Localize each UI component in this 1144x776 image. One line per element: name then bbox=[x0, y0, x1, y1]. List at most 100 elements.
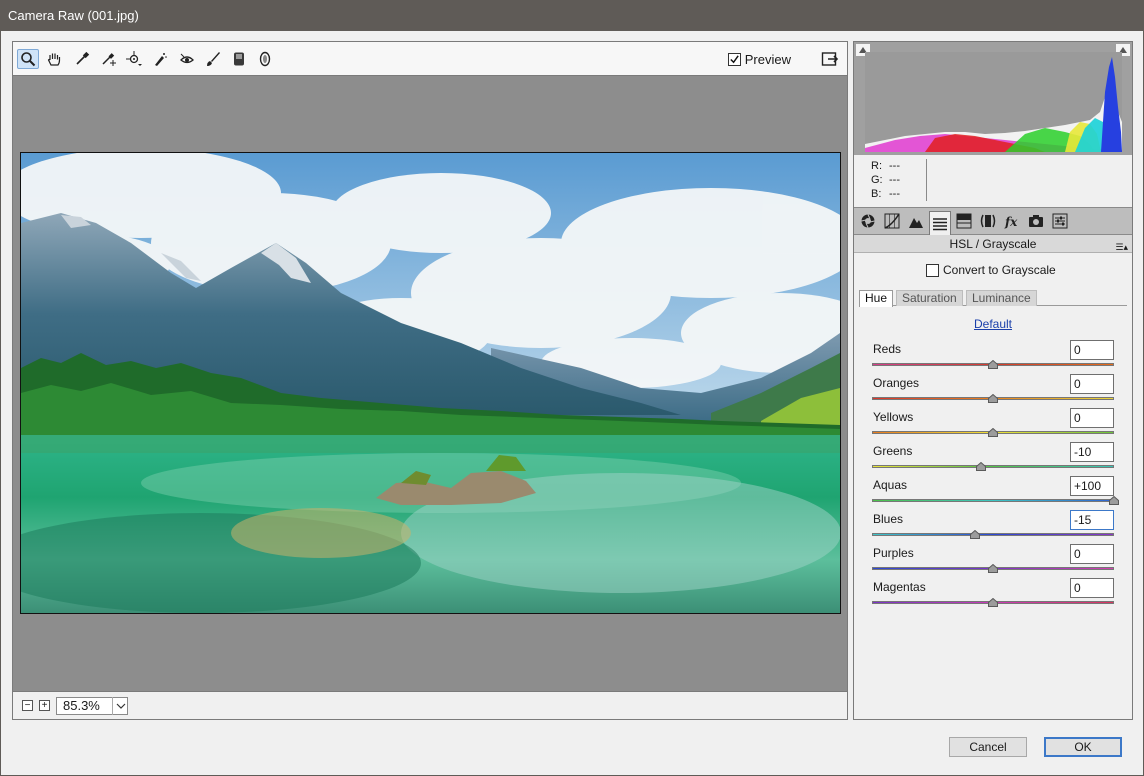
tab-lens-corrections[interactable] bbox=[977, 211, 999, 231]
red-eye-tool[interactable] bbox=[176, 49, 198, 69]
aquas-value-field[interactable]: +100 bbox=[1070, 476, 1114, 496]
aquas-slider-thumb[interactable] bbox=[1109, 496, 1119, 505]
split-toning-icon bbox=[956, 213, 972, 229]
slider-thumb-icon bbox=[988, 428, 998, 437]
fullscreen-button[interactable] bbox=[819, 48, 841, 70]
reds-value-field[interactable]: 0 bbox=[1070, 340, 1114, 360]
reds-slider-thumb[interactable] bbox=[988, 360, 998, 369]
checkmark-icon bbox=[730, 55, 739, 64]
color-sampler-tool[interactable] bbox=[97, 49, 119, 69]
radial-filter-tool[interactable] bbox=[254, 49, 276, 69]
zoom-dropdown-button[interactable] bbox=[112, 697, 129, 715]
aperture-icon bbox=[861, 214, 875, 228]
spot-removal-tool[interactable] bbox=[149, 49, 171, 69]
greens-slider-track[interactable] bbox=[872, 465, 1114, 468]
default-link-wrap: Default bbox=[854, 317, 1132, 331]
oranges-label: Oranges bbox=[873, 376, 920, 390]
slider-row-reds: Reds 0 bbox=[872, 340, 1116, 374]
slider-row-aquas: Aquas +100 bbox=[872, 476, 1119, 510]
window-title: Camera Raw (001.jpg) bbox=[8, 8, 139, 23]
zoom-bar: − + 85.3% bbox=[13, 691, 847, 719]
g-label: G: bbox=[871, 174, 883, 186]
tab-effects[interactable]: fx bbox=[1001, 211, 1023, 231]
grayscale-checkbox[interactable] bbox=[926, 263, 939, 277]
yellows-value-field[interactable]: 0 bbox=[1070, 408, 1114, 428]
slider-thumb-icon bbox=[1109, 496, 1119, 505]
zoom-tool[interactable] bbox=[17, 49, 39, 69]
oranges-value-field[interactable]: 0 bbox=[1070, 374, 1114, 394]
blues-slider-thumb[interactable] bbox=[969, 530, 980, 539]
cancel-button[interactable]: Cancel bbox=[949, 737, 1027, 757]
graduated-filter-icon bbox=[234, 52, 244, 66]
histogram bbox=[854, 42, 1132, 155]
slider-row-greens: Greens -10 bbox=[872, 442, 1116, 476]
b-value: --- bbox=[889, 188, 900, 200]
hsl-sub-tabs: Hue Saturation Luminance bbox=[859, 290, 1127, 307]
photo-preview[interactable] bbox=[20, 152, 841, 614]
yellows-slider-thumb[interactable] bbox=[988, 428, 998, 437]
aquas-label: Aquas bbox=[873, 478, 908, 492]
color-sampler-icon bbox=[102, 53, 116, 66]
eyedropper-icon bbox=[76, 51, 90, 65]
graduated-filter-tool[interactable] bbox=[228, 49, 250, 69]
tab-tone-curve[interactable] bbox=[881, 211, 903, 231]
purples-value-field[interactable]: 0 bbox=[1070, 544, 1114, 564]
image-pane: Preview − + 85.3% bbox=[12, 41, 848, 720]
slider-thumb-icon bbox=[969, 530, 980, 539]
purples-slider-thumb[interactable] bbox=[988, 564, 998, 573]
preview-label: Preview bbox=[744, 52, 791, 67]
rgb-readout: R: --- G: --- B: --- bbox=[854, 155, 1132, 207]
tab-basic[interactable] bbox=[857, 211, 879, 231]
preview-toggle[interactable]: Preview bbox=[727, 52, 791, 67]
svg-text:fx: fx bbox=[1004, 215, 1018, 229]
slider-row-blues: Blues -15 bbox=[872, 510, 1116, 544]
readout-divider bbox=[926, 159, 927, 201]
aquas-slider-track[interactable] bbox=[872, 499, 1114, 502]
preview-checkbox[interactable] bbox=[727, 53, 741, 66]
hsl-bars-icon bbox=[933, 217, 947, 230]
white-balance-tool[interactable] bbox=[71, 49, 93, 69]
tab-hsl-grayscale[interactable] bbox=[929, 211, 951, 235]
reds-label: Reds bbox=[873, 342, 902, 356]
blues-slider-track[interactable] bbox=[872, 533, 1114, 536]
purples-label: Purples bbox=[873, 546, 914, 560]
slider-row-purples: Purples 0 bbox=[872, 544, 1116, 578]
greens-slider-thumb[interactable] bbox=[975, 462, 986, 471]
tab-split-toning[interactable] bbox=[953, 211, 975, 231]
subtab-luminance[interactable]: Luminance bbox=[966, 290, 1037, 306]
grayscale-label: Convert to Grayscale bbox=[943, 263, 1056, 277]
magnifier-icon bbox=[21, 52, 36, 67]
subtab-hue[interactable]: Hue bbox=[859, 290, 894, 307]
blues-value-field[interactable]: -15 bbox=[1070, 510, 1114, 530]
hand-tool[interactable] bbox=[43, 49, 65, 69]
targeted-adjustment-tool[interactable] bbox=[123, 49, 145, 69]
default-link[interactable]: Default bbox=[974, 317, 1012, 331]
yellows-label: Yellows bbox=[873, 410, 914, 424]
tool-bar: Preview bbox=[13, 42, 847, 76]
tab-camera-calibration[interactable] bbox=[1025, 211, 1047, 231]
zoom-out-button[interactable]: − bbox=[22, 700, 33, 711]
camera-raw-dialog: Preview − + 85.3% R: --- G: --- B: --- f… bbox=[1, 31, 1143, 775]
panel-title: HSL / Grayscale bbox=[949, 237, 1037, 251]
zoom-in-button[interactable]: + bbox=[39, 700, 50, 711]
brush-icon bbox=[207, 52, 220, 66]
magentas-slider-thumb[interactable] bbox=[988, 598, 998, 607]
radial-filter-icon bbox=[259, 51, 271, 67]
presets-icon bbox=[1052, 213, 1068, 229]
magentas-value-field[interactable]: 0 bbox=[1070, 578, 1114, 598]
ok-button[interactable]: OK bbox=[1044, 737, 1122, 757]
tab-presets[interactable] bbox=[1049, 211, 1071, 231]
slider-row-magentas: Magentas 0 bbox=[872, 578, 1116, 612]
slider-thumb-icon bbox=[988, 598, 998, 607]
adjustment-brush-tool[interactable] bbox=[202, 49, 224, 69]
subtab-saturation[interactable]: Saturation bbox=[896, 290, 963, 306]
blues-label: Blues bbox=[873, 512, 904, 526]
convert-to-grayscale-toggle[interactable]: Convert to Grayscale bbox=[926, 263, 1056, 277]
tab-detail[interactable] bbox=[905, 211, 927, 231]
histogram-graph bbox=[865, 52, 1122, 152]
greens-value-field[interactable]: -10 bbox=[1070, 442, 1114, 462]
landscape-photo bbox=[21, 153, 840, 613]
panel-menu-icon[interactable]: ☰▴ bbox=[1115, 238, 1128, 256]
oranges-slider-thumb[interactable] bbox=[988, 394, 998, 403]
slider-thumb-icon bbox=[988, 564, 998, 573]
